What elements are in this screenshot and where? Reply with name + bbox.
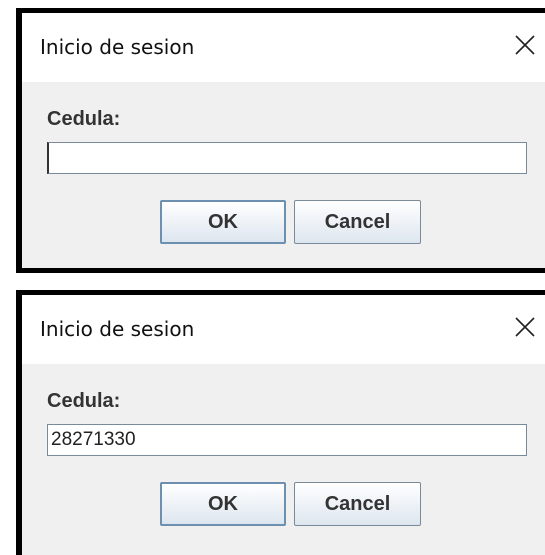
cancel-button[interactable]: Cancel [294, 200, 421, 244]
title-bar: Inicio de sesion [22, 13, 545, 82]
ok-button[interactable]: OK [160, 200, 286, 244]
cedula-input[interactable] [47, 142, 527, 174]
dialog-title: Inicio de sesion [40, 317, 195, 341]
ok-button[interactable]: OK [160, 482, 286, 526]
cancel-button[interactable]: Cancel [294, 482, 421, 526]
title-bar: Inicio de sesion [22, 295, 545, 364]
cedula-label: Cedula: [47, 108, 121, 130]
close-icon [515, 35, 535, 55]
close-icon [515, 317, 535, 337]
close-button[interactable] [505, 25, 545, 65]
cedula-input[interactable] [47, 424, 527, 456]
dialog-title: Inicio de sesion [40, 35, 195, 59]
cedula-label: Cedula: [47, 390, 121, 412]
login-dialog-empty: Inicio de sesion Cedula: OK Cancel [16, 8, 545, 273]
login-dialog-filled: Inicio de sesion Cedula: OK Cancel [16, 290, 545, 555]
close-button[interactable] [505, 307, 545, 347]
